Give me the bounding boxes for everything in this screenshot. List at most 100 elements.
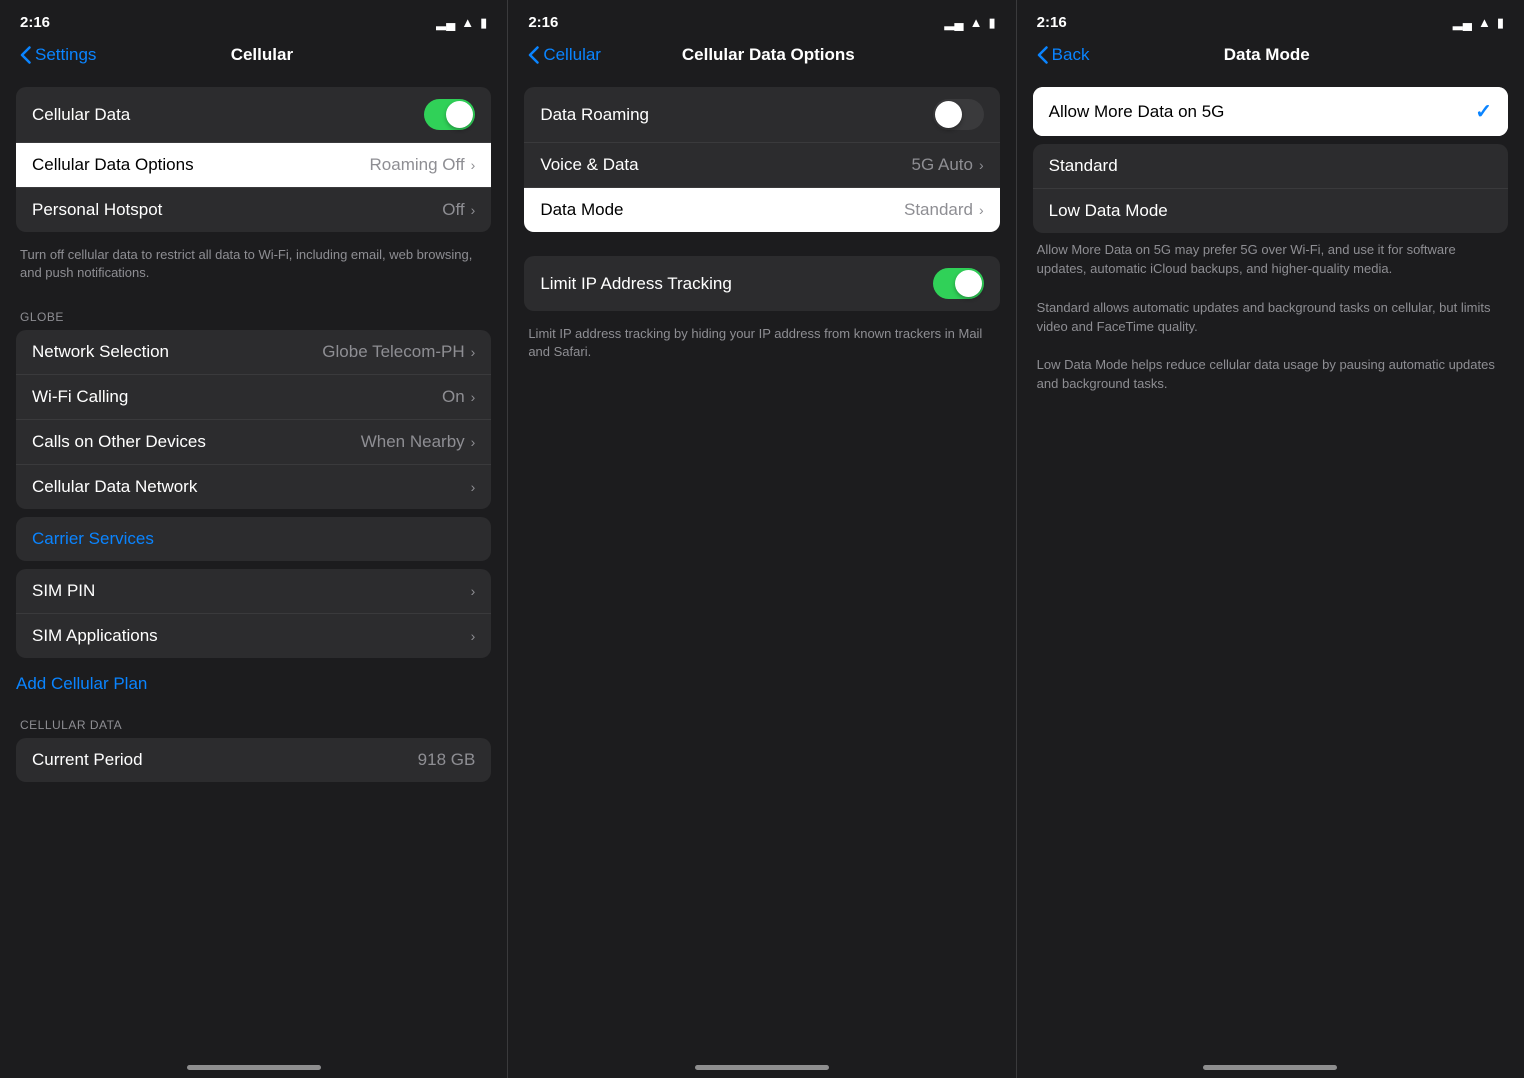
nav-back-3[interactable]: Back [1037, 45, 1090, 65]
current-period-label: Current Period [32, 750, 418, 770]
chevron-icon-5: › [471, 434, 476, 450]
current-period-group: Current Period 918 GB [16, 738, 491, 782]
nav-back-2[interactable]: Cellular [528, 45, 601, 65]
nav-title-3: Data Mode [1224, 45, 1310, 65]
data-roaming-label: Data Roaming [540, 105, 932, 125]
nav-bar-3: Back Data Mode [1017, 37, 1524, 75]
panel2-content: Data Roaming Voice & Data 5G Auto › Data… [508, 75, 1015, 1078]
voice-data-value: 5G Auto [912, 155, 973, 175]
sim-pin-label: SIM PIN [32, 581, 471, 601]
personal-hotspot-value: Off [442, 200, 464, 220]
cellular-data-network-label: Cellular Data Network [32, 477, 471, 497]
chevron-icon-10: › [979, 202, 984, 218]
panel1-content: Cellular Data Cellular Data Options Roam… [0, 75, 507, 1078]
battery-icon-2: ▮ [989, 15, 996, 31]
wifi-calling-label: Wi-Fi Calling [32, 387, 442, 407]
wifi-icon-1: ▲ [461, 15, 474, 30]
low-data-description: Low Data Mode helps reduce cellular data… [1017, 348, 1524, 402]
nav-bar-1: Settings Cellular [0, 37, 507, 75]
list-item-limit-ip[interactable]: Limit IP Address Tracking [524, 256, 999, 311]
list-item-sim-pin[interactable]: SIM PIN › [16, 569, 491, 614]
data-mode-right: Standard › [904, 200, 984, 220]
list-item-wifi-calling[interactable]: Wi-Fi Calling On › [16, 375, 491, 420]
nav-bar-2: Cellular Cellular Data Options [508, 37, 1015, 75]
cellular-data-options-right: Roaming Off › [370, 155, 476, 175]
selected-data-mode-row: Allow More Data on 5G ✓ [1033, 87, 1508, 136]
data-roaming-toggle[interactable] [933, 99, 984, 130]
allow-more-data-label: Allow More Data on 5G [1049, 102, 1476, 122]
chevron-icon-7: › [471, 583, 476, 599]
list-item-data-roaming[interactable]: Data Roaming [524, 87, 999, 143]
data-options-group: Data Roaming Voice & Data 5G Auto › Data… [524, 87, 999, 232]
panel-data-mode: 2:16 ▂▄ ▲ ▮ Back Data Mode Allow More Da… [1017, 0, 1524, 1078]
toggle-knob-3 [955, 270, 982, 297]
add-cellular-plan-label[interactable]: Add Cellular Plan [16, 674, 147, 693]
battery-icon-3: ▮ [1497, 15, 1504, 31]
battery-icon-1: ▮ [480, 15, 487, 31]
home-indicator-1 [187, 1065, 321, 1070]
sim-apps-label: SIM Applications [32, 626, 471, 646]
list-item-cellular-data-options[interactable]: Cellular Data Options Roaming Off › [16, 143, 491, 188]
list-item-data-mode[interactable]: Data Mode Standard › [524, 188, 999, 232]
add-plan-container: Add Cellular Plan [16, 674, 491, 694]
sim-apps-right: › [471, 628, 476, 644]
cellular-data-options-value: Roaming Off [370, 155, 465, 175]
chevron-icon-6: › [471, 479, 476, 495]
panel-cellular: 2:16 ▂▄ ▲ ▮ Settings Cellular Cellular D… [0, 0, 508, 1078]
signal-icon-2: ▂▄ [944, 15, 963, 31]
chevron-icon-3: › [471, 344, 476, 360]
current-period-value: 918 GB [418, 750, 476, 770]
network-selection-label: Network Selection [32, 342, 322, 362]
status-icons-2: ▂▄ ▲ ▮ [944, 15, 995, 31]
list-item-network-selection[interactable]: Network Selection Globe Telecom-PH › [16, 330, 491, 375]
voice-data-label: Voice & Data [540, 155, 911, 175]
limit-ip-description: Limit IP address tracking by hiding your… [508, 319, 1015, 373]
list-item-sim-apps[interactable]: SIM Applications › [16, 614, 491, 658]
chevron-icon-9: › [979, 157, 984, 173]
list-item-calls-other[interactable]: Calls on Other Devices When Nearby › [16, 420, 491, 465]
current-period-right: 918 GB [418, 750, 476, 770]
cellular-data-options-label: Cellular Data Options [32, 155, 370, 175]
standard-description: Standard allows automatic updates and ba… [1017, 291, 1524, 345]
carrier-services-label: Carrier Services [32, 529, 475, 549]
list-item-allow-more-data[interactable]: Allow More Data on 5G ✓ [1033, 87, 1508, 136]
globe-section-header: GLOBE [0, 294, 507, 330]
list-item-cellular-data[interactable]: Cellular Data [16, 87, 491, 143]
status-bar-1: 2:16 ▂▄ ▲ ▮ [0, 0, 507, 37]
limit-ip-toggle[interactable] [933, 268, 984, 299]
other-data-modes-group: Standard Low Data Mode [1033, 144, 1508, 233]
list-item-current-period: Current Period 918 GB [16, 738, 491, 782]
cellular-data-toggle[interactable] [424, 99, 475, 130]
cellular-data-label: Cellular Data [32, 105, 424, 125]
chevron-icon-2: › [471, 202, 476, 218]
panel3-content: Allow More Data on 5G ✓ Standard Low Dat… [1017, 75, 1524, 1078]
list-item-carrier-services[interactable]: Carrier Services [16, 517, 491, 561]
sim-pin-right: › [471, 583, 476, 599]
home-indicator-3 [1203, 1065, 1337, 1070]
data-mode-value: Standard [904, 200, 973, 220]
nav-title-2: Cellular Data Options [682, 45, 855, 65]
low-data-mode-label: Low Data Mode [1049, 201, 1492, 221]
wifi-icon-2: ▲ [970, 15, 983, 30]
globe-group: Network Selection Globe Telecom-PH › Wi-… [16, 330, 491, 509]
chevron-icon-4: › [471, 389, 476, 405]
calls-other-value: When Nearby [361, 432, 465, 452]
cellular-data-section-header: CELLULAR DATA [0, 702, 507, 738]
signal-icon-3: ▂▄ [1453, 15, 1472, 31]
personal-hotspot-right: Off › [442, 200, 475, 220]
carrier-services-group: Carrier Services [16, 517, 491, 561]
cellular-description: Turn off cellular data to restrict all d… [0, 240, 507, 294]
list-item-standard[interactable]: Standard [1033, 144, 1508, 189]
nav-title-1: Cellular [231, 45, 293, 65]
limit-ip-label: Limit IP Address Tracking [540, 274, 932, 294]
list-item-cellular-data-network[interactable]: Cellular Data Network › [16, 465, 491, 509]
list-item-voice-data[interactable]: Voice & Data 5G Auto › [524, 143, 999, 188]
list-item-personal-hotspot[interactable]: Personal Hotspot Off › [16, 188, 491, 232]
back-chevron-icon-2 [528, 46, 539, 64]
chevron-icon: › [471, 157, 476, 173]
calls-other-right: When Nearby › [361, 432, 476, 452]
list-item-low-data-mode[interactable]: Low Data Mode [1033, 189, 1508, 233]
wifi-calling-right: On › [442, 387, 475, 407]
nav-back-1[interactable]: Settings [20, 45, 96, 65]
wifi-calling-value: On [442, 387, 465, 407]
